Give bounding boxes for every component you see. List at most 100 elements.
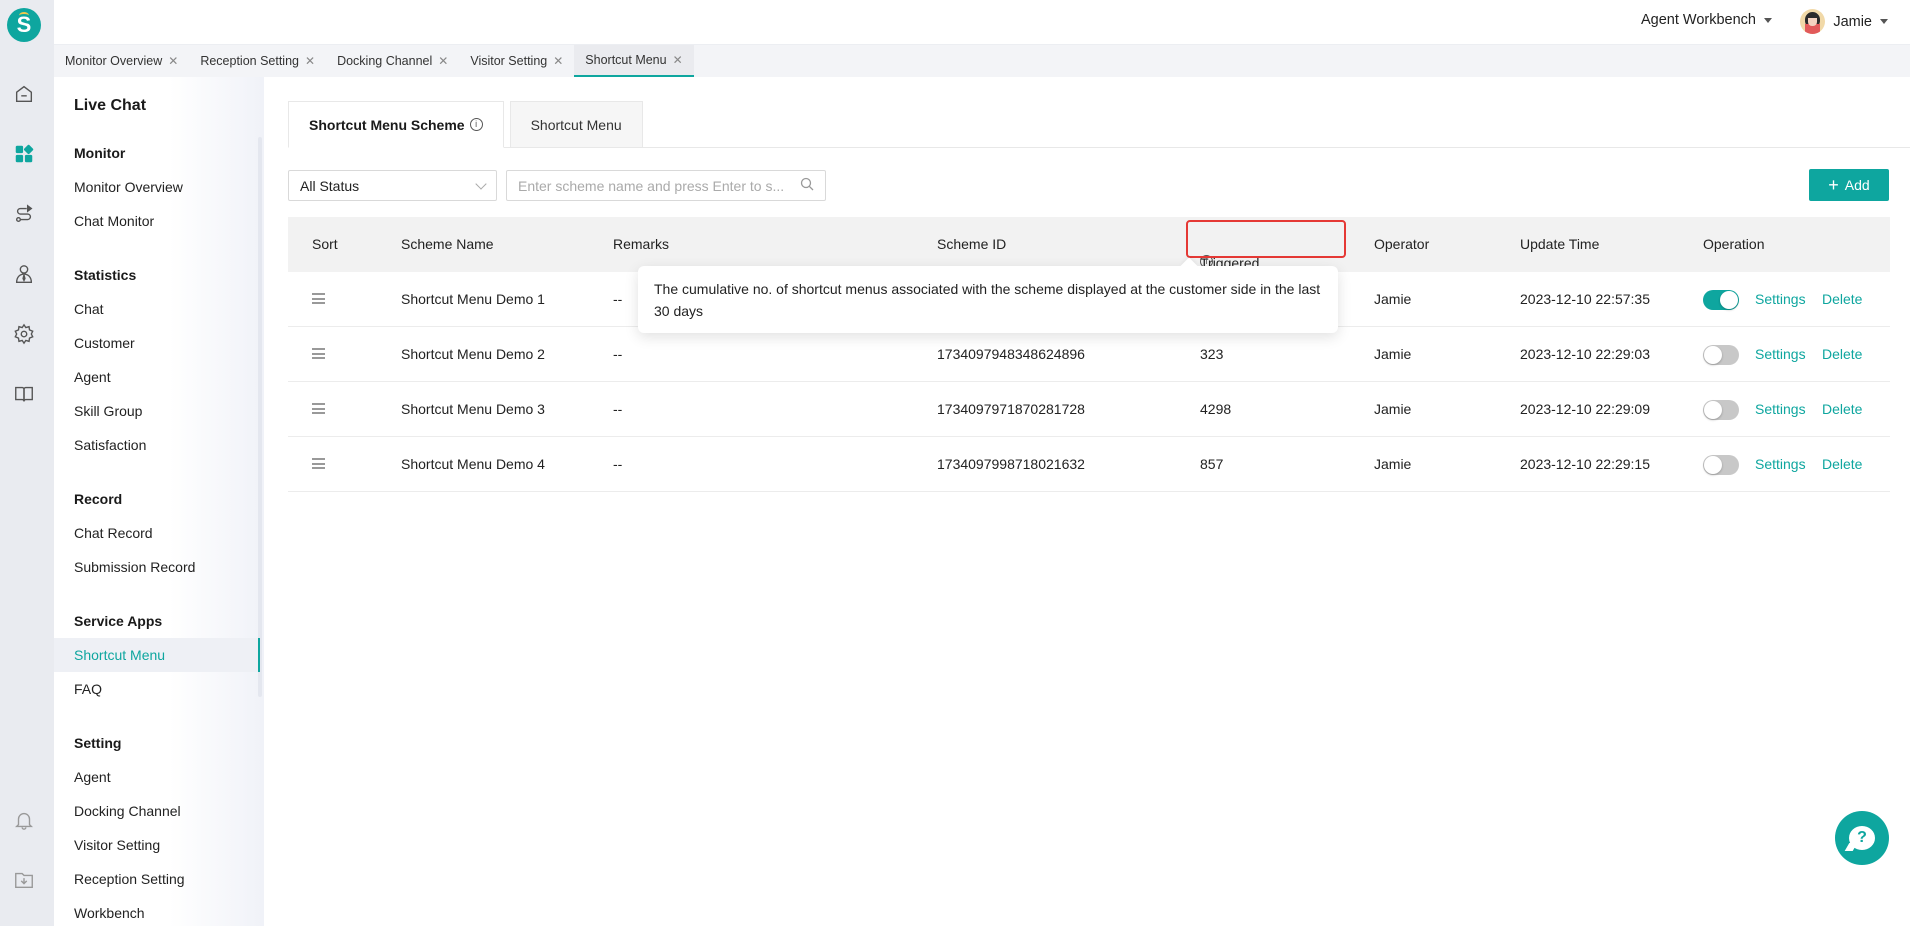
caret-down-icon bbox=[1764, 17, 1772, 23]
sidebar-item-submission-record[interactable]: Submission Record bbox=[54, 550, 260, 584]
scheme-id: 1734097971870281728 bbox=[937, 401, 1085, 417]
gear-icon[interactable] bbox=[12, 322, 36, 346]
col-update-time: Update Time bbox=[1520, 236, 1600, 252]
settings-link[interactable]: Settings bbox=[1755, 401, 1806, 417]
sidebar-item-chat-monitor[interactable]: Chat Monitor bbox=[54, 204, 260, 238]
delete-link[interactable]: Delete bbox=[1822, 456, 1862, 472]
triggered-times: 4298 bbox=[1200, 401, 1232, 417]
remarks: -- bbox=[613, 291, 623, 307]
status-select[interactable]: All Status bbox=[288, 170, 497, 201]
tab-label: Reception Setting bbox=[200, 54, 299, 68]
sidebar-item-agent[interactable]: Agent bbox=[54, 360, 260, 394]
main-content: Shortcut Menu Scheme i Shortcut Menu All… bbox=[264, 77, 1910, 926]
status-toggle[interactable] bbox=[1703, 345, 1739, 365]
sidebar-item-docking-channel[interactable]: Docking Channel bbox=[54, 794, 260, 828]
user-menu[interactable]: Jamie bbox=[1800, 9, 1888, 34]
search-input[interactable] bbox=[518, 177, 798, 194]
tab-label: Shortcut Menu bbox=[530, 116, 622, 133]
bell-icon[interactable] bbox=[12, 808, 36, 832]
highlight-box bbox=[1186, 220, 1346, 258]
close-icon[interactable]: ✕ bbox=[553, 54, 563, 68]
col-scheme-id: Scheme ID bbox=[937, 236, 1007, 252]
drag-handle-icon[interactable] bbox=[312, 293, 325, 304]
sidebar-title: Live Chat bbox=[74, 97, 147, 114]
status-toggle[interactable] bbox=[1703, 455, 1739, 475]
caret-down-icon bbox=[1880, 19, 1888, 24]
user-name: Jamie bbox=[1833, 13, 1872, 30]
close-icon[interactable]: ✕ bbox=[438, 54, 448, 68]
close-icon[interactable]: ✕ bbox=[168, 54, 178, 68]
sidebar-item-customer[interactable]: Customer bbox=[54, 326, 260, 360]
plus-icon: + bbox=[1828, 175, 1839, 195]
col-operation: Operation bbox=[1703, 236, 1765, 252]
workbench-switcher[interactable]: Agent Workbench bbox=[1641, 12, 1772, 28]
home-icon[interactable] bbox=[12, 82, 36, 106]
table-row: Shortcut Menu Demo 4 -- 1734097998718021… bbox=[288, 437, 1890, 492]
col-scheme-name: Scheme Name bbox=[401, 236, 494, 252]
triggered-times-tooltip: The cumulative no. of shortcut menus ass… bbox=[638, 266, 1338, 333]
sidebar-item-faq[interactable]: FAQ bbox=[54, 672, 260, 706]
page-tab-monitor-overview[interactable]: Monitor Overview ✕ bbox=[54, 45, 189, 77]
delete-link[interactable]: Delete bbox=[1822, 401, 1862, 417]
book-icon[interactable] bbox=[12, 382, 36, 406]
settings-link[interactable]: Settings bbox=[1755, 456, 1806, 472]
delete-link[interactable]: Delete bbox=[1822, 346, 1862, 362]
tab-label: Monitor Overview bbox=[65, 54, 163, 68]
route-icon[interactable] bbox=[12, 202, 36, 226]
chevron-down-icon bbox=[475, 177, 487, 190]
page-tab-reception-setting[interactable]: Reception Setting ✕ bbox=[189, 45, 326, 77]
page-tab-shortcut-menu[interactable]: Shortcut Menu ✕ bbox=[574, 45, 694, 77]
sidebar-item-chat-record[interactable]: Chat Record bbox=[54, 516, 260, 550]
sidebar-item-setting-agent[interactable]: Agent bbox=[54, 760, 260, 794]
status-toggle[interactable] bbox=[1703, 400, 1739, 420]
close-icon[interactable]: ✕ bbox=[673, 53, 683, 67]
status-toggle[interactable] bbox=[1703, 290, 1739, 310]
workbench-label: Agent Workbench bbox=[1641, 12, 1756, 28]
icon-rail: S bbox=[0, 0, 54, 926]
remarks: -- bbox=[613, 346, 623, 362]
sidebar-group-monitor: Monitor bbox=[74, 145, 126, 161]
delete-link[interactable]: Delete bbox=[1822, 291, 1862, 307]
page-tab-docking-channel[interactable]: Docking Channel ✕ bbox=[326, 45, 459, 77]
content-tabs: Shortcut Menu Scheme i Shortcut Menu bbox=[288, 101, 643, 148]
help-button[interactable]: ? bbox=[1835, 811, 1889, 865]
tab-label: Visitor Setting bbox=[470, 54, 548, 68]
settings-link[interactable]: Settings bbox=[1755, 291, 1806, 307]
sidebar-item-monitor-overview[interactable]: Monitor Overview bbox=[54, 170, 260, 204]
add-button[interactable]: + Add bbox=[1809, 169, 1889, 201]
update-time: 2023-12-10 22:57:35 bbox=[1520, 291, 1650, 307]
scheme-id: 1734097998718021632 bbox=[937, 456, 1085, 472]
drag-handle-icon[interactable] bbox=[312, 458, 325, 469]
tab-label: Shortcut Menu bbox=[585, 53, 667, 67]
agent-icon[interactable] bbox=[12, 262, 36, 286]
info-icon[interactable]: i bbox=[469, 118, 483, 131]
tab-shortcut-menu[interactable]: Shortcut Menu bbox=[509, 101, 643, 148]
sidebar-item-skill-group[interactable]: Skill Group bbox=[54, 394, 260, 428]
sidebar-item-satisfaction[interactable]: Satisfaction bbox=[54, 428, 260, 462]
page-tab-visitor-setting[interactable]: Visitor Setting ✕ bbox=[459, 45, 574, 77]
drag-handle-icon[interactable] bbox=[312, 403, 325, 414]
scheme-name: Shortcut Menu Demo 2 bbox=[401, 346, 545, 362]
download-folder-icon[interactable] bbox=[12, 868, 36, 892]
tab-shortcut-menu-scheme[interactable]: Shortcut Menu Scheme i bbox=[288, 101, 504, 148]
close-icon[interactable]: ✕ bbox=[305, 54, 315, 68]
sidebar-group-setting: Setting bbox=[74, 735, 122, 751]
table-header: Sort Scheme Name Remarks Scheme ID Trigg… bbox=[288, 217, 1890, 287]
sidebar-item-shortcut-menu[interactable]: Shortcut Menu bbox=[54, 638, 260, 672]
search-field[interactable] bbox=[506, 170, 826, 201]
settings-link[interactable]: Settings bbox=[1755, 346, 1806, 362]
sidebar-item-reception-setting[interactable]: Reception Setting bbox=[54, 862, 260, 896]
search-icon[interactable] bbox=[800, 177, 814, 194]
sidebar-item-workbench[interactable]: Workbench bbox=[54, 896, 260, 930]
operator: Jamie bbox=[1374, 346, 1412, 362]
app-logo[interactable]: S bbox=[7, 8, 41, 42]
operator: Jamie bbox=[1374, 456, 1412, 472]
sidebar-item-chat[interactable]: Chat bbox=[54, 292, 260, 326]
update-time: 2023-12-10 22:29:15 bbox=[1520, 456, 1650, 472]
sidebar-group-service-apps: Service Apps bbox=[74, 613, 163, 629]
operator: Jamie bbox=[1374, 291, 1412, 307]
apps-grid-icon[interactable] bbox=[12, 142, 36, 166]
remarks: -- bbox=[613, 401, 623, 417]
drag-handle-icon[interactable] bbox=[312, 348, 325, 359]
sidebar-item-visitor-setting[interactable]: Visitor Setting bbox=[54, 828, 260, 862]
